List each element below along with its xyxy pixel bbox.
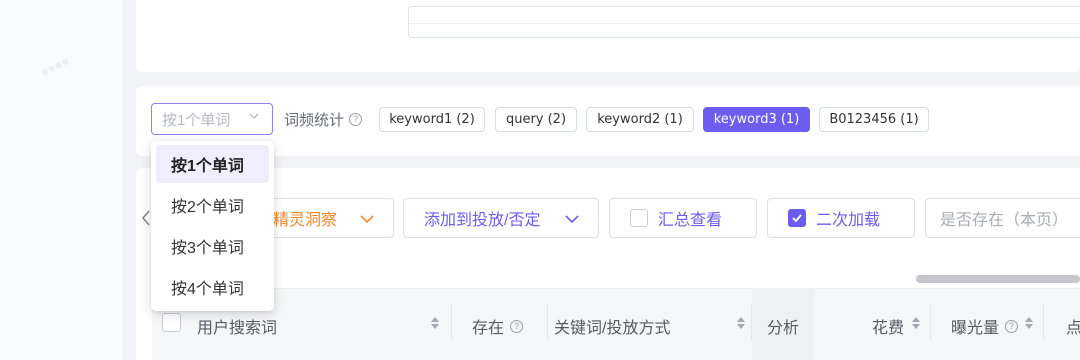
header-analysis: 分析 xyxy=(767,314,799,338)
keyword-tag[interactable]: query (2) xyxy=(495,107,577,132)
dropdown-option-3[interactable]: 按3个单词 xyxy=(156,227,269,265)
header-label: 分析 xyxy=(767,320,800,337)
help-circle-icon[interactable]: ? xyxy=(1005,319,1019,333)
keyword-tag-label: keyword1 (2) xyxy=(389,112,475,127)
exists-filter-select[interactable]: 是否存在（本页） xyxy=(925,198,1080,238)
chevron-down-icon xyxy=(249,113,259,119)
header-label: 存在 xyxy=(472,320,505,337)
keyword-tag[interactable]: B0123456 (1) xyxy=(819,107,929,132)
word-count-dropdown: 按1个单词 按2个单词 按3个单词 按4个单词 xyxy=(151,141,274,311)
left-gutter xyxy=(0,0,122,360)
header-label: 关键词/投放方式 xyxy=(554,320,671,337)
horizontal-scrollbar-thumb[interactable] xyxy=(916,275,1080,283)
chevron-down-icon xyxy=(360,215,374,224)
help-circle-icon[interactable]: ? xyxy=(510,319,524,333)
summary-label: 汇总查看 xyxy=(658,212,723,229)
header-label: 曝光量 xyxy=(951,320,1000,337)
sort-icon[interactable] xyxy=(736,315,746,331)
exists-placeholder: 是否存在（本页） xyxy=(940,212,1069,229)
dropdown-option-4[interactable]: 按4个单词 xyxy=(156,268,269,306)
header-label: 用户搜索词 xyxy=(197,320,278,337)
summary-checkbox[interactable] xyxy=(630,209,648,227)
header-exists: 存在 ? xyxy=(472,314,524,338)
keyword-tag-label: B0123456 (1) xyxy=(829,112,919,127)
keyword-tag-label: keyword3 (1) xyxy=(713,112,800,127)
select-placeholder: 按1个单词 xyxy=(162,111,231,129)
sort-icon[interactable] xyxy=(430,315,440,331)
sort-icon[interactable] xyxy=(911,315,921,331)
dropdown-option-label: 按1个单词 xyxy=(171,158,244,175)
dropdown-option-label: 按3个单词 xyxy=(171,240,244,257)
keyword-tag-label: keyword2 (1) xyxy=(597,112,683,127)
keyword-tag-label: query (2) xyxy=(505,112,567,127)
header-keyword-mode: 关键词/投放方式 xyxy=(554,314,670,338)
word-frequency-label: 词频统计 ? xyxy=(284,109,363,130)
header-clicks: 点 xyxy=(1066,314,1080,338)
column-divider xyxy=(1043,304,1044,340)
reload-checkbox[interactable] xyxy=(788,209,806,227)
header-search-term: 用户搜索词 xyxy=(197,314,277,338)
column-divider xyxy=(930,304,931,340)
header-label: 花费 xyxy=(872,320,905,337)
dropdown-option-1[interactable]: 按1个单词 xyxy=(156,145,269,183)
dropdown-option-2[interactable]: 按2个单词 xyxy=(156,186,269,224)
summary-view-toggle[interactable]: 汇总查看 xyxy=(609,198,757,238)
keyword-tag-active[interactable]: keyword3 (1) xyxy=(703,107,810,132)
header-label: 点 xyxy=(1066,320,1080,337)
column-divider xyxy=(547,304,548,340)
column-divider xyxy=(451,304,452,340)
insight-button-label: 精灵洞察 xyxy=(273,212,338,229)
add-to-campaign-button[interactable]: 添加到投放/否定 xyxy=(403,198,599,238)
reload-toggle[interactable]: 二次加载 xyxy=(767,198,915,238)
column-divider xyxy=(751,304,752,340)
reload-label: 二次加载 xyxy=(816,212,881,229)
top-text-area[interactable] xyxy=(408,6,1080,38)
sort-icon[interactable] xyxy=(1024,315,1034,331)
freq-label-text: 词频统计 xyxy=(284,112,345,129)
keyword-tag[interactable]: keyword1 (2) xyxy=(379,107,485,132)
dropdown-option-label: 按2个单词 xyxy=(171,199,244,216)
chevron-down-icon xyxy=(565,215,579,224)
check-icon xyxy=(792,214,802,223)
word-count-select[interactable]: 按1个单词 xyxy=(151,103,273,135)
help-circle-icon[interactable]: ? xyxy=(349,113,363,126)
select-all-checkbox[interactable] xyxy=(162,313,181,332)
keyword-tag[interactable]: keyword2 (1) xyxy=(586,107,694,132)
header-impressions: 曝光量 ? xyxy=(951,314,1019,338)
dropdown-option-label: 按4个单词 xyxy=(171,281,244,298)
header-cost: 花费 xyxy=(872,314,904,338)
add-button-label: 添加到投放/否定 xyxy=(424,212,541,229)
